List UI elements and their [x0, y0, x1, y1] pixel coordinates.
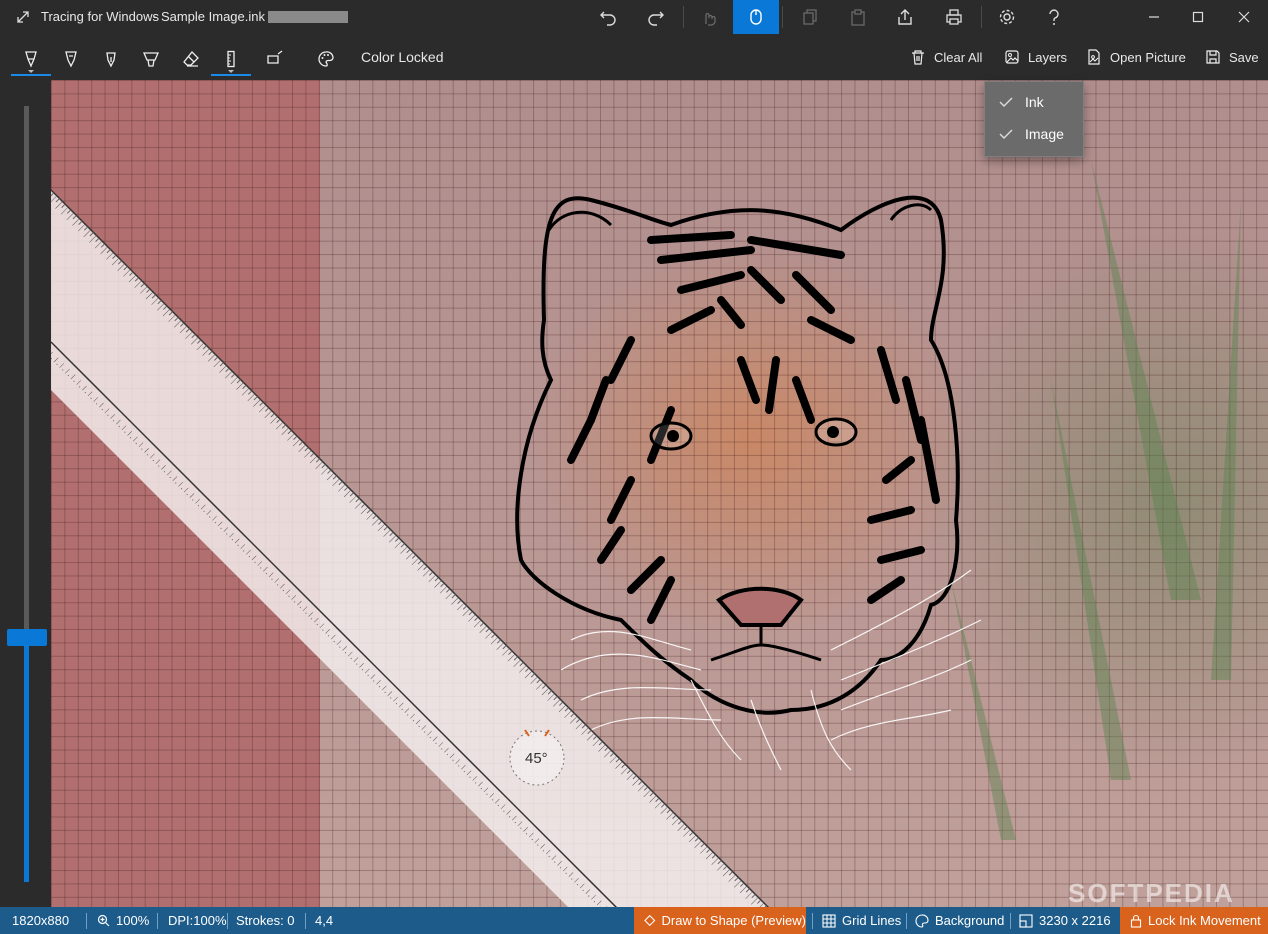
layer-ink-label: Ink [1025, 94, 1044, 110]
trash-icon [912, 50, 924, 65]
layers-flyout: Ink Image [984, 81, 1084, 157]
layers-button[interactable]: Layers [1004, 46, 1067, 68]
touch-mode-button[interactable] [686, 0, 732, 34]
grid-icon [822, 913, 836, 928]
status-bar: 1820x880 100% DPI:100% Strokes: 0 4,4 Dr… [0, 907, 1268, 934]
canvas-size-readout: 1820x880 [12, 913, 70, 928]
image-size-button[interactable]: 3230 x 2216 [1019, 907, 1111, 934]
calligraphy-pen-tool[interactable] [91, 42, 131, 76]
paste-button[interactable] [835, 0, 881, 34]
softpedia-watermark: SOFTPEDIA [1068, 878, 1235, 907]
stroke-size-fill [24, 640, 29, 882]
draw-to-shape-label: Draw to Shape (Preview) [661, 913, 807, 928]
stroke-size-panel [0, 80, 51, 907]
clear-all-label: Clear All [934, 49, 983, 65]
ruler-tool[interactable] [211, 42, 251, 76]
copy-button[interactable] [787, 0, 833, 34]
ballpoint-pen-tool[interactable] [11, 42, 51, 76]
stroke-size-thumb[interactable] [7, 629, 47, 646]
layer-image-toggle[interactable]: Image [985, 118, 1083, 150]
layer-image-label: Image [1025, 126, 1064, 142]
save-label: Save [1229, 49, 1259, 65]
image-size-readout: 3230 x 2216 [1039, 913, 1111, 928]
background-button[interactable]: Background [915, 907, 1004, 934]
palette-icon [915, 913, 929, 928]
redacted-region [268, 11, 348, 23]
undo-button[interactable] [585, 0, 631, 34]
help-icon[interactable] [1031, 0, 1077, 34]
lock-ink-movement-label: Lock Ink Movement [1148, 913, 1261, 928]
lock-ink-movement-toggle[interactable]: Lock Ink Movement [1120, 907, 1268, 934]
zoom-control[interactable]: 100% [97, 907, 149, 934]
mouse-mode-button[interactable] [733, 0, 779, 34]
lock-icon [1130, 914, 1142, 928]
open-picture-button[interactable]: Open Picture [1086, 46, 1186, 68]
clear-all-button[interactable]: Clear All [910, 46, 982, 68]
open-picture-label: Open Picture [1110, 49, 1186, 65]
cursor-position-readout: 4,4 [315, 913, 334, 928]
zoom-value: 100% [116, 913, 150, 928]
minimize-button[interactable] [1131, 0, 1177, 34]
document-title: - Sample Image.ink [153, 9, 265, 24]
strokes-readout: Strokes: 0 [236, 913, 295, 928]
layer-ink-toggle[interactable]: Ink [985, 86, 1083, 118]
layers-label: Layers [1028, 49, 1068, 65]
shape-icon [644, 914, 656, 927]
share-button[interactable] [882, 0, 928, 34]
open-picture-icon [1088, 49, 1100, 65]
print-button[interactable] [931, 0, 977, 34]
ruler-overlay[interactable] [51, 80, 1268, 907]
save-icon [1206, 50, 1220, 64]
title-bar: Tracing for Windows - Sample Image.ink [0, 0, 1268, 34]
toolbar: Color Locked Clear All Layers Open Pictu… [0, 34, 1268, 81]
close-button[interactable] [1221, 0, 1267, 34]
zoom-icon [97, 914, 110, 927]
dpi-readout: DPI:100% [168, 913, 227, 928]
app-title: Tracing for Windows [41, 9, 159, 24]
drawing-canvas[interactable]: 45° SOFTPEDIA [51, 80, 1268, 907]
grid-lines-label: Grid Lines [842, 913, 902, 928]
color-locked-label: Color Locked [361, 49, 444, 65]
draw-to-shape-toggle[interactable]: Draw to Shape (Preview) [634, 907, 806, 934]
eraser-tool[interactable] [171, 42, 211, 76]
grid-lines-toggle[interactable]: Grid Lines [822, 907, 901, 934]
highlighter-tool[interactable] [131, 42, 171, 76]
checkmark-icon [999, 129, 1013, 139]
redo-button[interactable] [633, 0, 679, 34]
ruler-angle-label: 45° [525, 750, 548, 767]
checkmark-icon [999, 97, 1013, 107]
lasso-select-tool[interactable] [255, 42, 295, 76]
expand-icon[interactable] [0, 0, 46, 34]
settings-gear-icon[interactable] [984, 0, 1030, 34]
image-size-icon [1019, 913, 1033, 928]
save-button[interactable]: Save [1205, 46, 1259, 68]
background-label: Background [935, 913, 1005, 928]
color-palette-icon[interactable] [306, 42, 346, 76]
maximize-button[interactable] [1175, 0, 1221, 34]
pencil-tool[interactable] [51, 42, 91, 76]
layers-icon [1005, 50, 1019, 64]
